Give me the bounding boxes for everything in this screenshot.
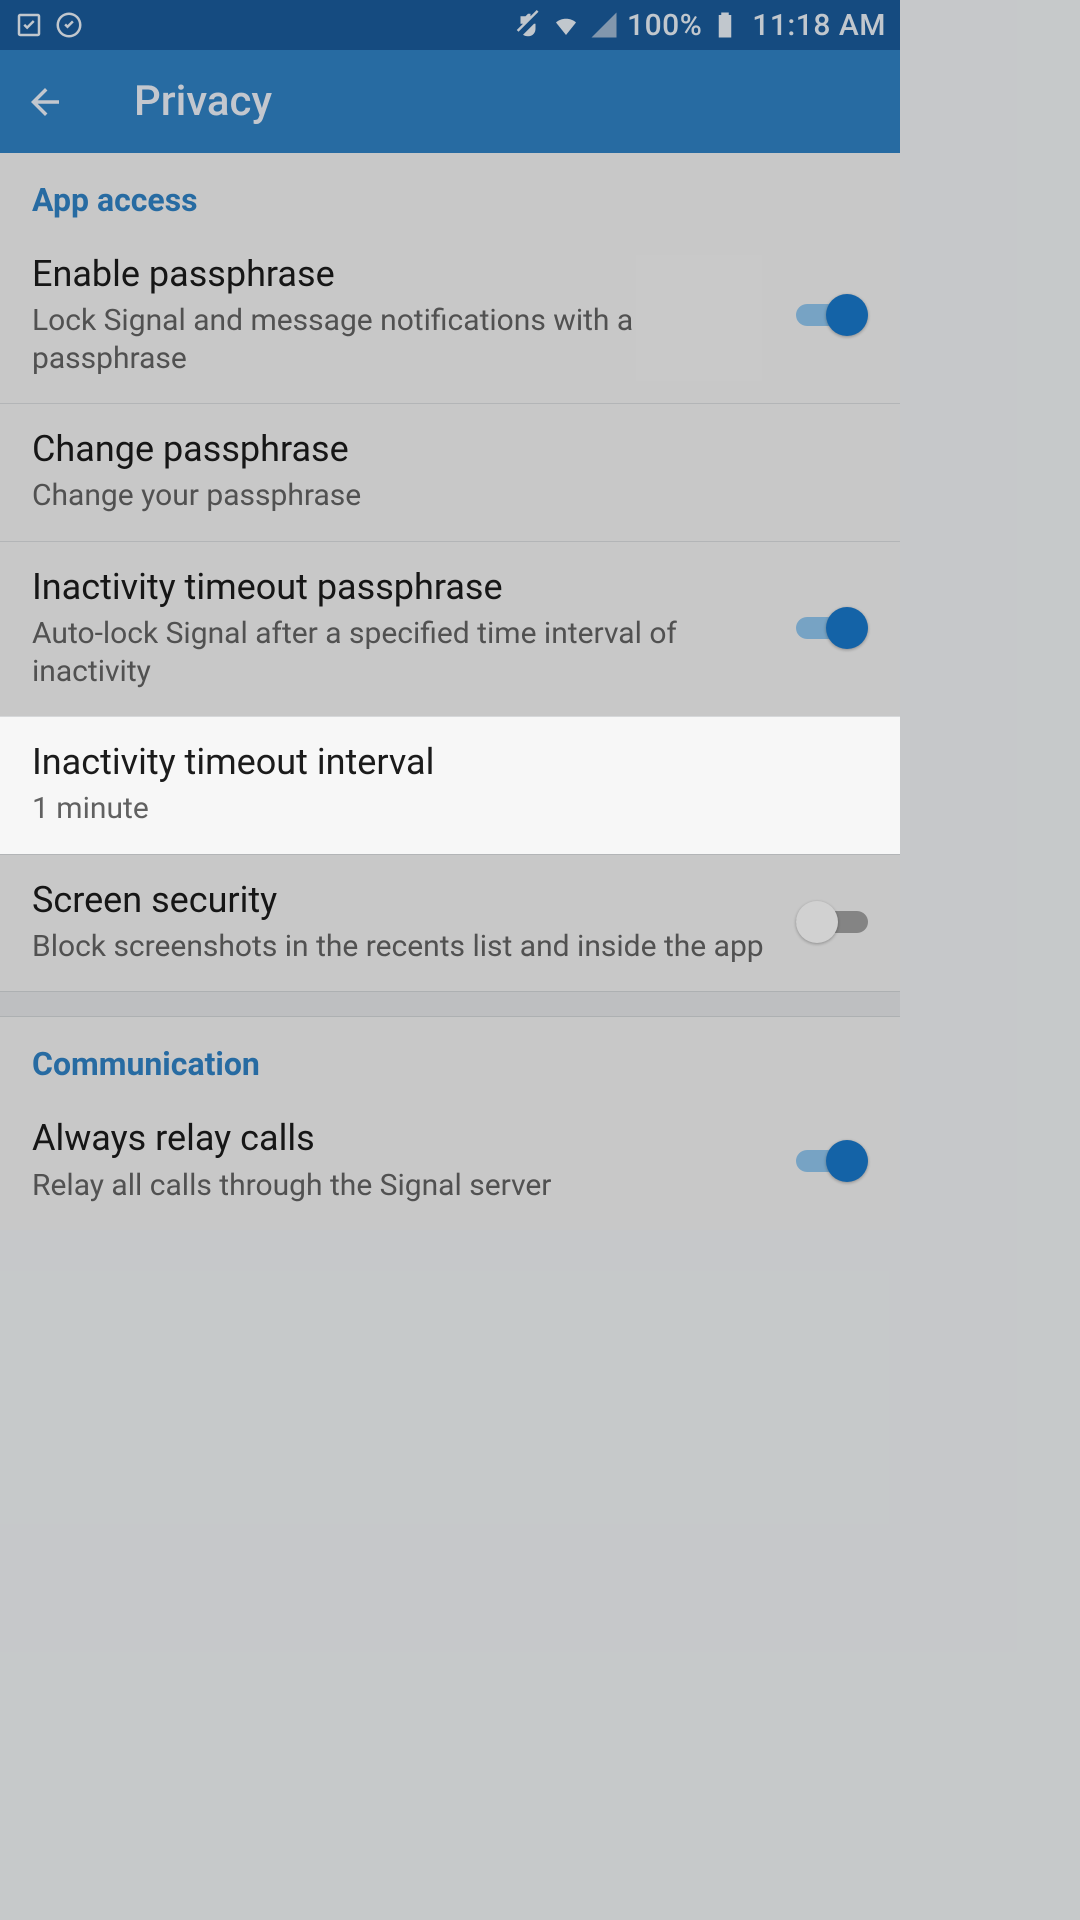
check-circle-icon xyxy=(54,10,84,40)
row-title: Enable passphrase xyxy=(32,253,772,296)
row-subtitle: Relay all calls through the Signal serve… xyxy=(32,1167,772,1205)
row-change-passphrase[interactable]: Change passphrase Change your passphrase xyxy=(0,403,900,541)
status-bar: 100% 11:18 AM xyxy=(0,0,900,50)
toggle-always-relay-calls[interactable] xyxy=(796,1140,868,1182)
row-inactivity-timeout[interactable]: Inactivity timeout passphrase Auto-lock … xyxy=(0,541,900,716)
back-icon[interactable] xyxy=(24,81,66,123)
row-title: Change passphrase xyxy=(32,428,844,471)
section-divider xyxy=(0,991,900,1017)
row-title: Screen security xyxy=(32,879,772,922)
clock-text: 11:18 AM xyxy=(752,8,886,43)
toggle-inactivity-timeout[interactable] xyxy=(796,607,868,649)
settings-list: App access Enable passphrase Lock Signal… xyxy=(0,153,900,1230)
row-subtitle: Change your passphrase xyxy=(32,477,844,515)
status-right: 100% 11:18 AM xyxy=(513,8,886,43)
row-always-relay-calls[interactable]: Always relay calls Relay all calls throu… xyxy=(0,1093,900,1230)
wifi-icon xyxy=(551,10,581,40)
row-subtitle: Auto-lock Signal after a specified time … xyxy=(32,615,772,690)
row-title: Inactivity timeout passphrase xyxy=(32,566,772,609)
app-bar: Privacy xyxy=(0,50,900,153)
toggle-enable-passphrase[interactable] xyxy=(796,294,868,336)
section-header-communication: Communication xyxy=(0,1017,900,1093)
row-title: Inactivity timeout interval xyxy=(32,741,844,784)
row-inactivity-interval[interactable]: Inactivity timeout interval 1 minute xyxy=(0,716,900,854)
mute-icon xyxy=(513,10,543,40)
row-subtitle: Lock Signal and message notifications wi… xyxy=(32,302,772,377)
toggle-screen-security[interactable] xyxy=(796,901,868,943)
row-title: Always relay calls xyxy=(32,1117,772,1160)
page-title: Privacy xyxy=(134,77,272,126)
row-subtitle: Block screenshots in the recents list an… xyxy=(32,928,772,966)
row-screen-security[interactable]: Screen security Block screenshots in the… xyxy=(0,854,900,992)
row-enable-passphrase[interactable]: Enable passphrase Lock Signal and messag… xyxy=(0,229,900,403)
cell-signal-icon xyxy=(589,10,619,40)
checkbox-square-icon xyxy=(14,10,44,40)
status-left xyxy=(14,10,84,40)
row-subtitle: 1 minute xyxy=(32,790,844,828)
section-header-app-access: App access xyxy=(0,153,900,229)
battery-text: 100% xyxy=(627,8,702,43)
battery-icon xyxy=(710,10,740,40)
